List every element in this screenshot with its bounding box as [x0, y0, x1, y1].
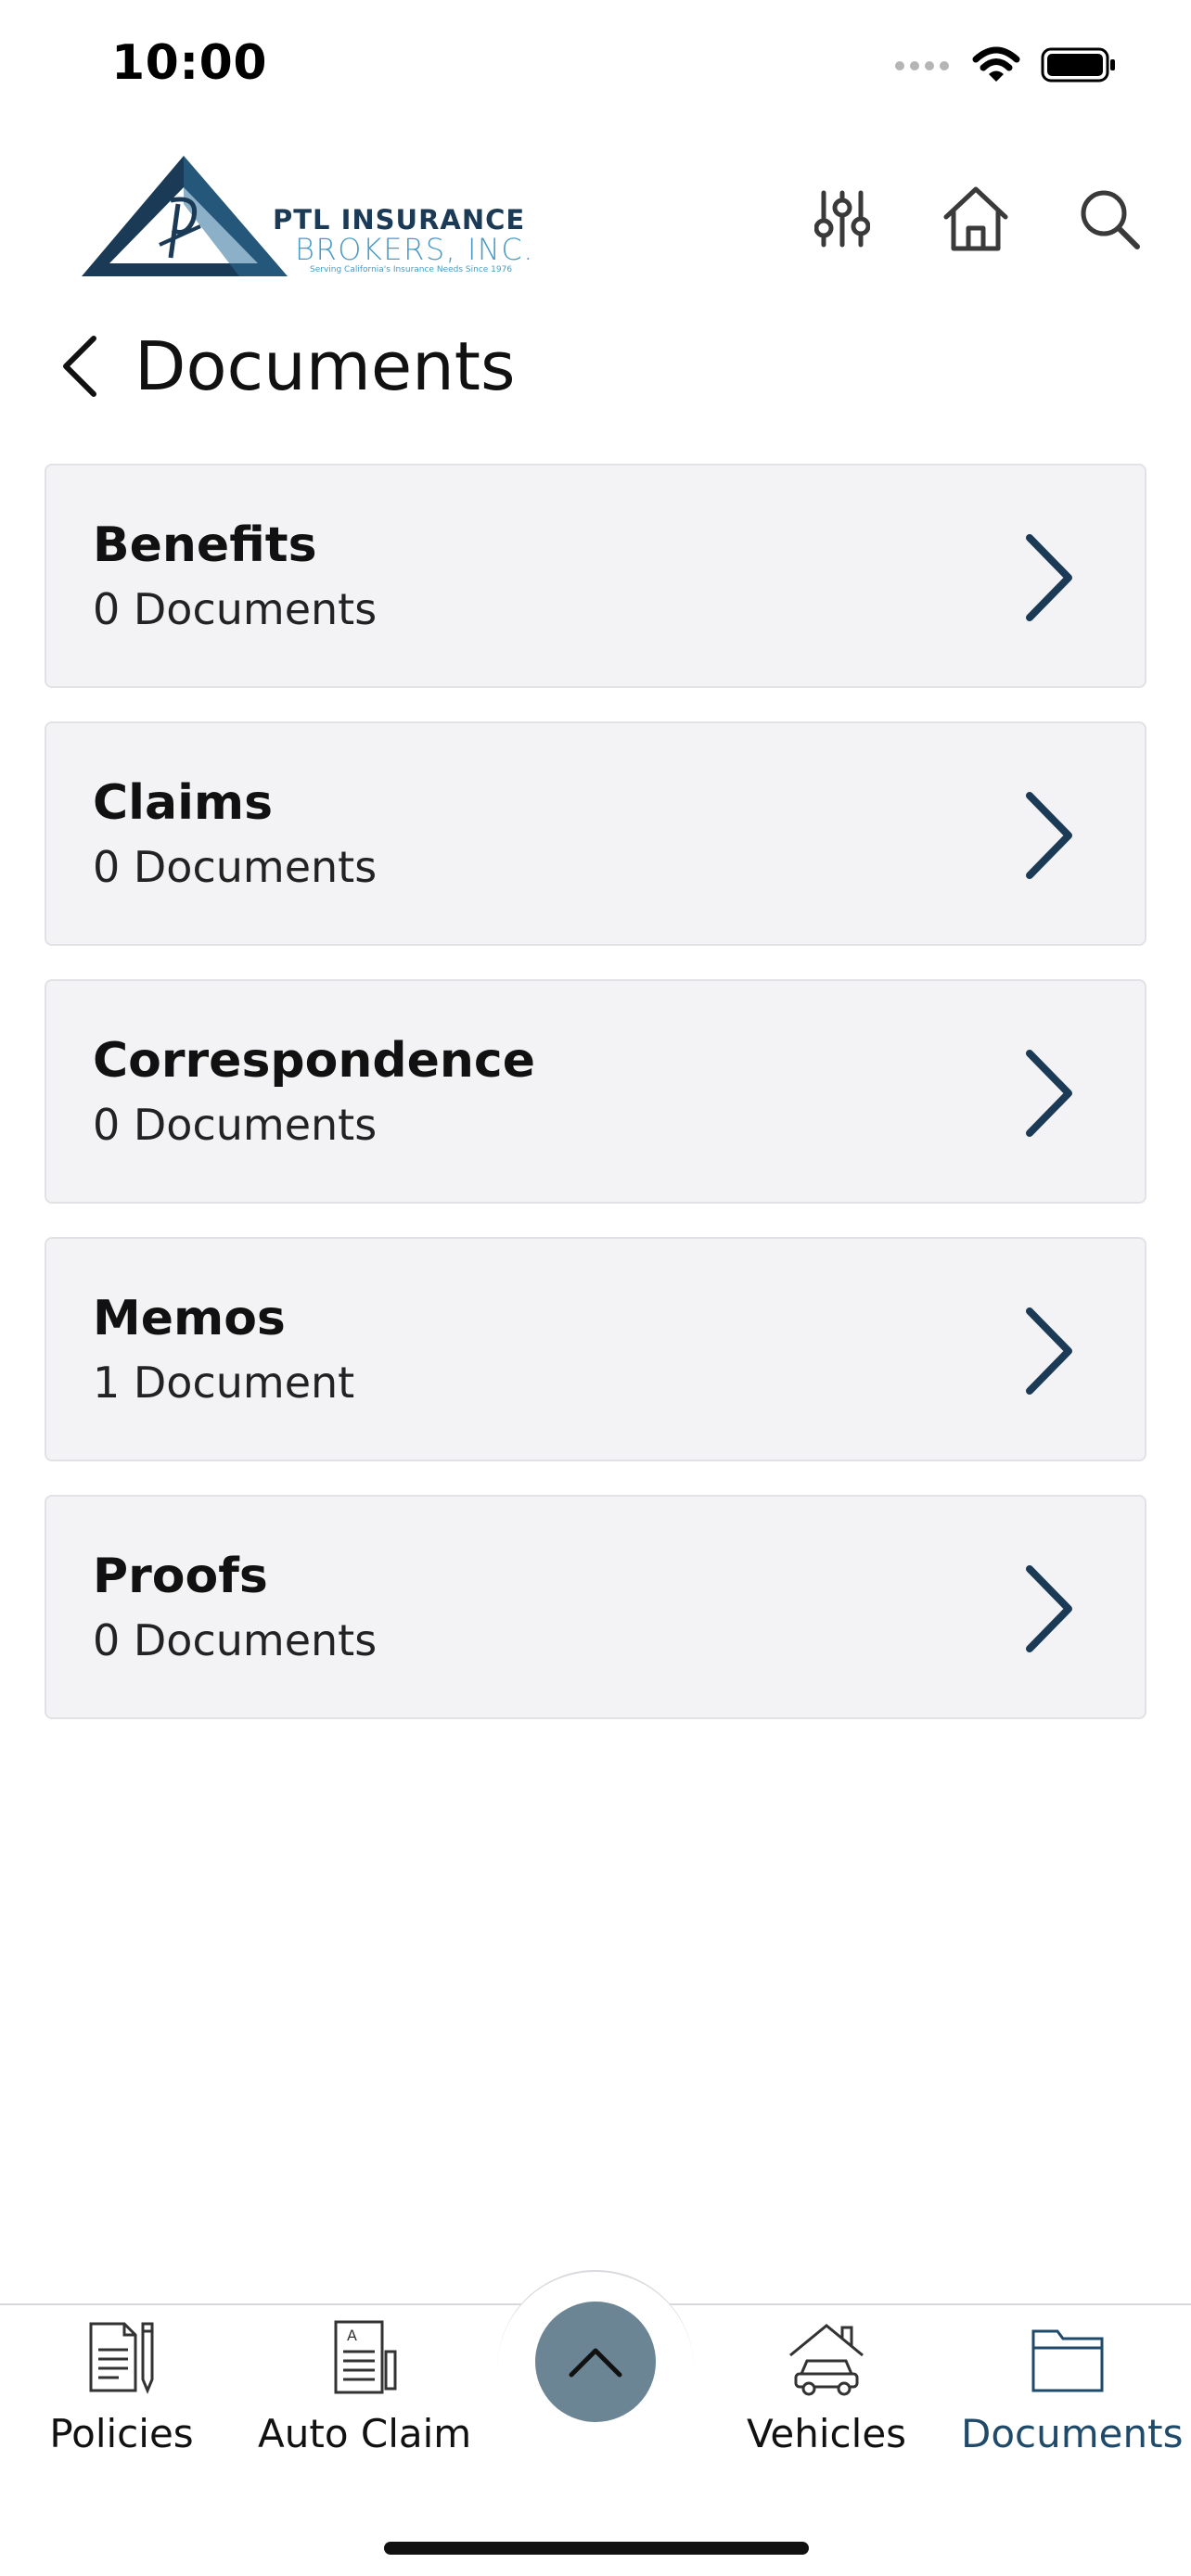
document-category-list: Benefits 0 Documents Claims 0 Documents … — [45, 464, 1146, 1753]
search-icon[interactable] — [1065, 174, 1154, 263]
category-title: Correspondence — [93, 1033, 535, 1089]
battery-icon — [1041, 46, 1117, 87]
header-actions — [798, 174, 1154, 263]
policy-document-icon — [89, 2322, 154, 2394]
logo-tagline: Serving California's Insurance Needs Sin… — [310, 265, 513, 274]
tab-auto-claim[interactable]: A Auto Claim — [258, 2318, 471, 2457]
back-button[interactable] — [46, 325, 111, 408]
document-category-benefits[interactable]: Benefits 0 Documents — [45, 464, 1146, 688]
app-header: PTL INSURANCE BROKERS, INC. Serving Cali… — [0, 139, 1191, 297]
tab-label: Vehicles — [746, 2411, 907, 2456]
vehicle-garage-icon — [789, 2324, 864, 2396]
category-count: 0 Documents — [93, 584, 378, 634]
document-category-memos[interactable]: Memos 1 Document — [45, 1237, 1146, 1461]
category-title: Proofs — [93, 1549, 268, 1604]
chevron-up-icon — [569, 2348, 622, 2378]
wifi-icon — [972, 46, 1020, 87]
page-title-row: Documents — [0, 315, 1191, 417]
signal-icon — [894, 58, 952, 76]
category-count: 0 Documents — [93, 842, 378, 892]
home-indicator[interactable] — [384, 2542, 809, 2555]
svg-text:A: A — [347, 2327, 357, 2344]
document-category-claims[interactable]: Claims 0 Documents — [45, 721, 1146, 946]
category-title: Claims — [93, 775, 274, 831]
chevron-right-icon — [1026, 1050, 1072, 1137]
tab-label: Policies — [49, 2411, 194, 2456]
logo-triangle-icon — [82, 156, 288, 276]
category-count: 0 Documents — [93, 1615, 378, 1665]
document-category-correspondence[interactable]: Correspondence 0 Documents — [45, 979, 1146, 1204]
filter-sliders-icon[interactable] — [798, 174, 887, 263]
logo-text-sub: BROKERS, INC. — [295, 232, 534, 267]
tab-documents[interactable]: Documents — [961, 2318, 1184, 2457]
document-category-proofs[interactable]: Proofs 0 Documents — [45, 1495, 1146, 1719]
tab-vehicles[interactable]: Vehicles — [720, 2318, 933, 2457]
status-icons — [894, 46, 1117, 87]
tab-policies[interactable]: Policies — [15, 2318, 228, 2457]
category-title: Memos — [93, 1291, 286, 1346]
category-count: 0 Documents — [93, 1100, 378, 1150]
status-bar: 10:00 — [0, 0, 1191, 139]
expand-menu-button[interactable] — [535, 2302, 656, 2422]
logo-text-main: PTL INSURANCE — [273, 204, 526, 236]
category-count: 1 Document — [93, 1358, 355, 1408]
folder-icon — [1031, 2329, 1104, 2392]
company-logo[interactable]: PTL INSURANCE BROKERS, INC. Serving Cali… — [82, 148, 573, 278]
chevron-right-icon — [1026, 1565, 1072, 1652]
auto-claim-icon: A — [334, 2320, 397, 2394]
home-icon[interactable] — [931, 174, 1020, 263]
tab-label: Documents — [961, 2411, 1184, 2456]
chevron-right-icon — [1026, 1307, 1072, 1395]
tab-label: Auto Claim — [258, 2411, 472, 2456]
status-time: 10:00 — [111, 35, 268, 91]
chevron-right-icon — [1026, 534, 1072, 621]
chevron-left-icon — [63, 336, 96, 397]
page-title: Documents — [134, 327, 516, 405]
category-title: Benefits — [93, 517, 317, 573]
chevron-right-icon — [1026, 792, 1072, 879]
